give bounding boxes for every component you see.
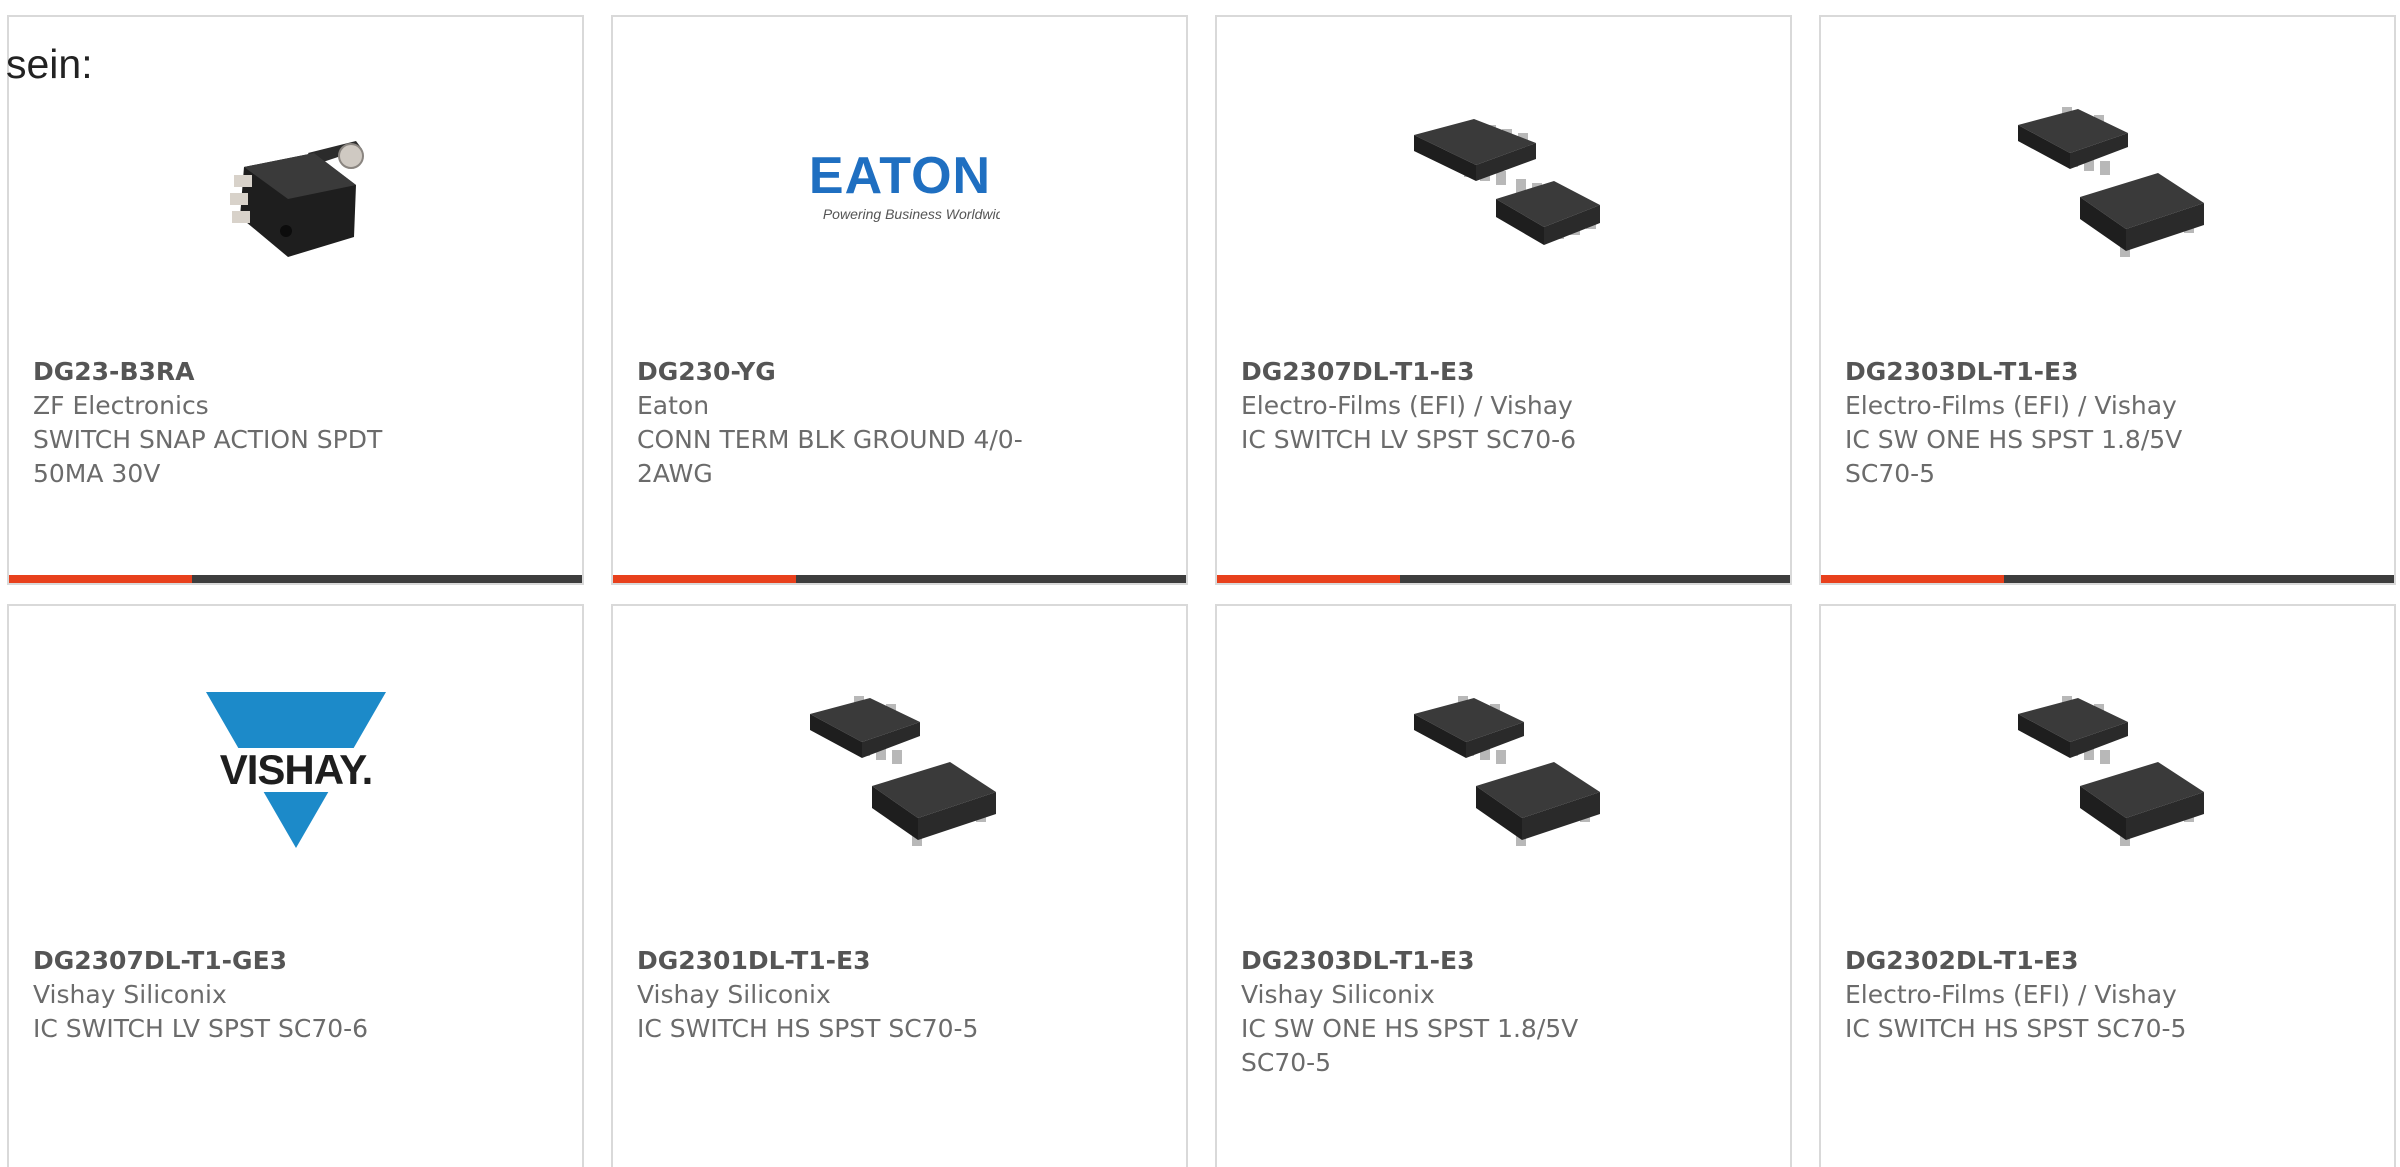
product-card[interactable]: DG2302DL-T1-E3 Electro-Films (EFI) / Vis… (1819, 604, 2396, 1167)
part-number-link[interactable]: DG2307DL-T1-E3 (1241, 355, 1641, 389)
product-description: IC SWITCH LV SPST SC70-6 (33, 1014, 369, 1043)
manufacturer-name: Electro-Films (EFI) / Vishay (1241, 391, 1573, 420)
product-info: DG2301DL-T1-E3 Vishay Siliconix IC SWITC… (637, 944, 1037, 1046)
vishay-logo-text: VISHAY. (219, 746, 372, 793)
card-accent-bar (9, 575, 582, 583)
manufacturer-name: Vishay Siliconix (33, 980, 227, 1009)
sc70-5-chip-photo[interactable] (799, 670, 1000, 870)
product-card[interactable]: DG2301DL-T1-E3 Vishay Siliconix IC SWITC… (611, 604, 1188, 1167)
part-number-link[interactable]: DG2303DL-T1-E3 (1241, 944, 1641, 978)
product-description: IC SW ONE HS SPST 1.8/5V SC70-5 (1845, 425, 2183, 488)
part-number-link[interactable]: DG23-B3RA (33, 355, 433, 389)
product-info: DG2303DL-T1-E3 Vishay Siliconix IC SW ON… (1241, 944, 1641, 1080)
part-number-link[interactable]: DG2302DL-T1-E3 (1845, 944, 2245, 978)
product-card[interactable]: DG23-B3RA ZF Electronics SWITCH SNAP ACT… (7, 15, 584, 585)
sc70-5-chip-photo[interactable] (2007, 670, 2208, 870)
card-accent-bar (1217, 575, 1790, 583)
part-number-link[interactable]: DG2307DL-T1-GE3 (33, 944, 433, 978)
eaton-logo[interactable]: EATON Powering Business Worldwide (799, 81, 1000, 281)
micro-switch-product-photo[interactable] (195, 81, 396, 281)
product-card[interactable]: DG2303DL-T1-E3 Vishay Siliconix IC SW ON… (1215, 604, 1792, 1167)
manufacturer-name: ZF Electronics (33, 391, 209, 420)
manufacturer-name: Electro-Films (EFI) / Vishay (1845, 980, 2177, 1009)
card-accent-bar (1821, 575, 2394, 583)
product-card[interactable]: VISHAY. DG2307DL-T1-GE3 Vishay Siliconix… (7, 604, 584, 1167)
manufacturer-name: Eaton (637, 391, 710, 420)
product-description: IC SW ONE HS SPST 1.8/5V SC70-5 (1241, 1014, 1579, 1077)
part-number-link[interactable]: DG230-YG (637, 355, 1037, 389)
sc70-5-chip-photo[interactable] (1403, 670, 1604, 870)
card-accent-bar (613, 575, 1186, 583)
product-info: DG2303DL-T1-E3 Electro-Films (EFI) / Vis… (1845, 355, 2245, 491)
part-number-link[interactable]: DG2301DL-T1-E3 (637, 944, 1037, 978)
sc70-5-chip-photo[interactable] (2007, 81, 2208, 281)
product-card[interactable]: DG2307DL-T1-E3 Electro-Films (EFI) / Vis… (1215, 15, 1792, 585)
manufacturer-name: Electro-Films (EFI) / Vishay (1845, 391, 2177, 420)
product-grid-page: sein: DG23-B3RA ZF Electronics SWITCH SN… (0, 0, 2400, 1167)
part-number-link[interactable]: DG2303DL-T1-E3 (1845, 355, 2245, 389)
product-card[interactable]: EATON Powering Business Worldwide DG230-… (611, 15, 1188, 585)
product-info: DG2302DL-T1-E3 Electro-Films (EFI) / Vis… (1845, 944, 2245, 1046)
vishay-logo[interactable]: VISHAY. (195, 670, 396, 870)
manufacturer-name: Vishay Siliconix (637, 980, 831, 1009)
product-description: CONN TERM BLK GROUND 4/0-2AWG (637, 425, 1023, 488)
product-description: IC SWITCH LV SPST SC70-6 (1241, 425, 1577, 454)
product-info: DG2307DL-T1-GE3 Vishay Siliconix IC SWIT… (33, 944, 433, 1046)
product-description: IC SWITCH HS SPST SC70-5 (637, 1014, 979, 1043)
eaton-logo-text: EATON (808, 147, 990, 205)
sc70-6-chip-photo[interactable] (1403, 81, 1604, 281)
product-info: DG230-YG Eaton CONN TERM BLK GROUND 4/0-… (637, 355, 1037, 491)
product-info: DG23-B3RA ZF Electronics SWITCH SNAP ACT… (33, 355, 433, 491)
eaton-logo-tagline: Powering Business Worldwide (822, 206, 999, 222)
product-info: DG2307DL-T1-E3 Electro-Films (EFI) / Vis… (1241, 355, 1641, 457)
intro-text: sein: (6, 41, 93, 87)
product-card[interactable]: DG2303DL-T1-E3 Electro-Films (EFI) / Vis… (1819, 15, 2396, 585)
manufacturer-name: Vishay Siliconix (1241, 980, 1435, 1009)
product-description: SWITCH SNAP ACTION SPDT 50MA 30V (33, 425, 383, 488)
product-description: IC SWITCH HS SPST SC70-5 (1845, 1014, 2187, 1043)
